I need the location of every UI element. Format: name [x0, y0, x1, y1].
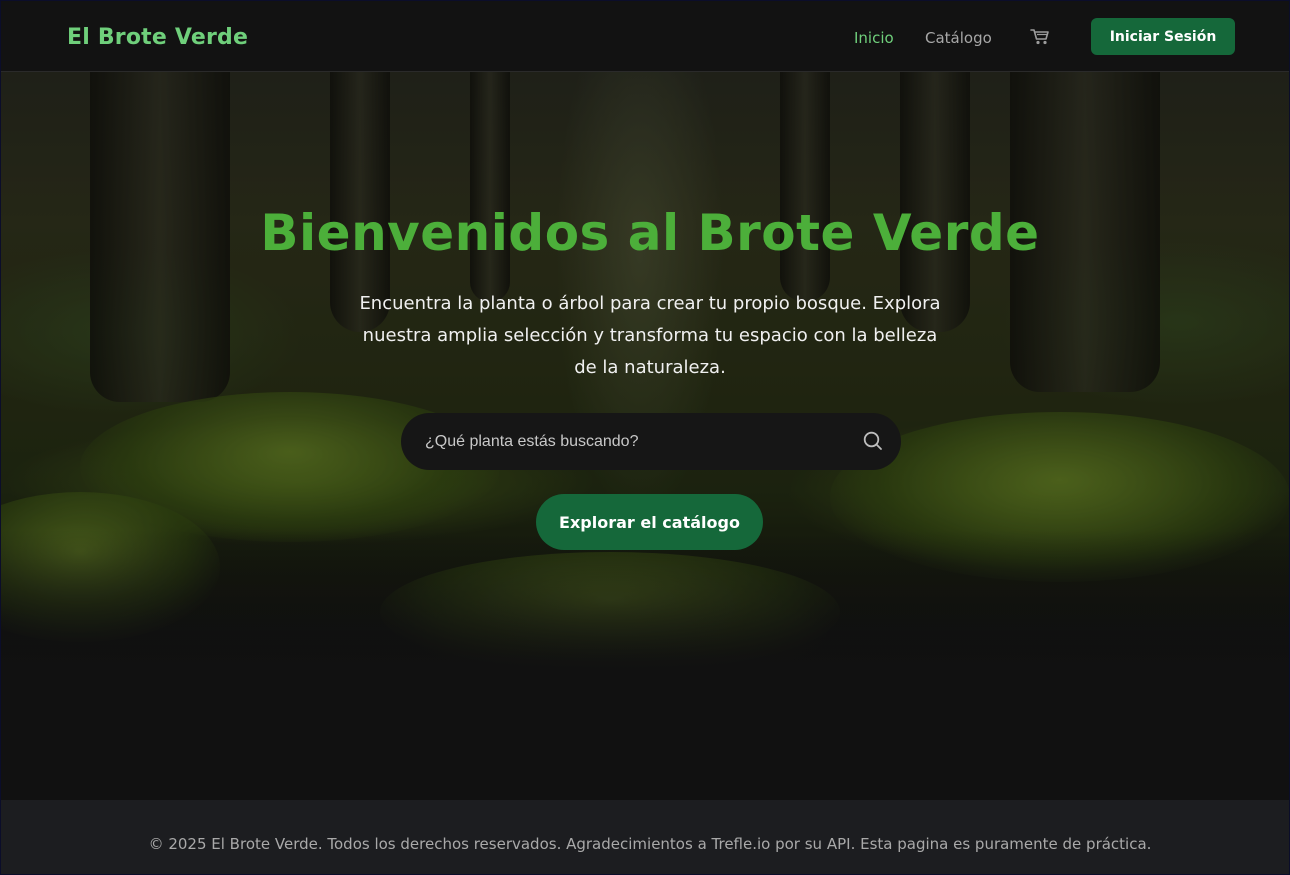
- hero-subtitle: Encuentra la planta o árbol para crear t…: [359, 293, 941, 378]
- hero-title: Bienvenidos al Brote Verde: [260, 204, 1040, 262]
- hero-section: Bienvenidos al Brote Verde Encuentra la …: [0, 72, 1290, 670]
- brand-logo[interactable]: El Brote Verde: [67, 25, 248, 50]
- site-header: El Brote Verde Inicio Catálogo Iniciar S…: [0, 0, 1290, 72]
- search-icon[interactable]: [862, 430, 884, 452]
- shopping-cart-icon[interactable]: [1030, 28, 1050, 46]
- nav-link-inicio[interactable]: Inicio: [854, 29, 894, 47]
- footer-text: © 2025 El Brote Verde. Todos los derecho…: [148, 835, 1152, 853]
- hero-fade: [0, 530, 1290, 670]
- search-bar: [401, 413, 901, 470]
- login-button[interactable]: Iniciar Sesión: [1091, 18, 1235, 55]
- search-input[interactable]: [425, 413, 845, 470]
- site-footer: © 2025 El Brote Verde. Todos los derecho…: [0, 800, 1290, 875]
- nav-link-catalogo[interactable]: Catálogo: [925, 29, 992, 47]
- explore-catalog-button[interactable]: Explorar el catálogo: [536, 494, 763, 550]
